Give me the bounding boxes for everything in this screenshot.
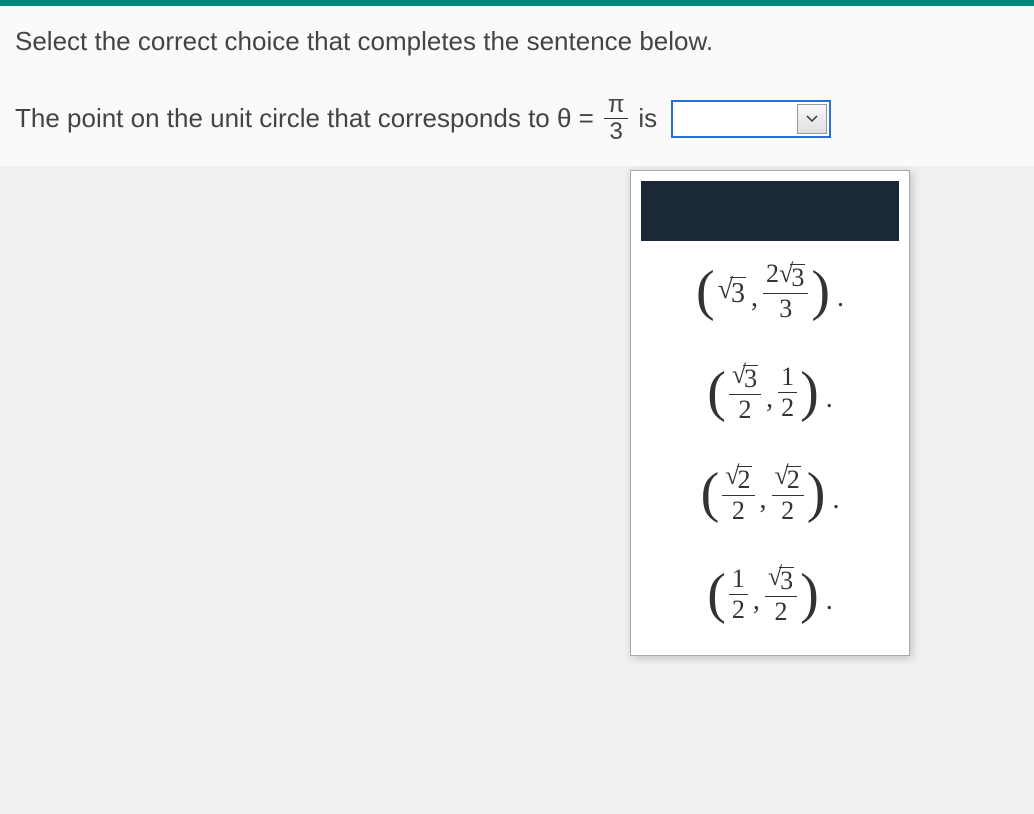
dropdown-toggle-button[interactable] — [797, 104, 827, 134]
option-4-content: ( 1 2 , √3 2 ) . — [707, 562, 833, 627]
answer-dropdown[interactable] — [671, 100, 831, 138]
question-sentence: The point on the unit circle that corres… — [15, 92, 1019, 146]
question-content: Select the correct choice that completes… — [0, 6, 1034, 166]
question-prefix: The point on the unit circle that corres… — [15, 103, 594, 134]
option-2-content: ( √3 2 , 1 2 ) . — [707, 360, 833, 425]
dropdown-option-2[interactable]: ( √3 2 , 1 2 ) . — [641, 342, 899, 443]
dropdown-option-3[interactable]: ( √2 2 , √2 2 ) . — [641, 443, 899, 544]
instruction-text: Select the correct choice that completes… — [15, 26, 1019, 57]
question-suffix: is — [638, 103, 657, 134]
theta-fraction: π 3 — [604, 92, 629, 146]
fraction-numerator: π — [604, 92, 629, 119]
option-1-content: ( √3 , 2√3 3 ) . — [696, 259, 844, 324]
chevron-down-icon — [806, 115, 818, 123]
dropdown-option-4[interactable]: ( 1 2 , √3 2 ) . — [641, 544, 899, 645]
dropdown-options-panel: ( √3 , 2√3 3 ) . ( √3 2 , 1 2 ) . — [630, 170, 910, 656]
option-3-content: ( √2 2 , √2 2 ) . — [701, 461, 840, 526]
dropdown-option-1[interactable]: ( √3 , 2√3 3 ) . — [641, 241, 899, 342]
fraction-denominator: 3 — [605, 119, 626, 145]
dropdown-option-blank[interactable] — [641, 181, 899, 241]
